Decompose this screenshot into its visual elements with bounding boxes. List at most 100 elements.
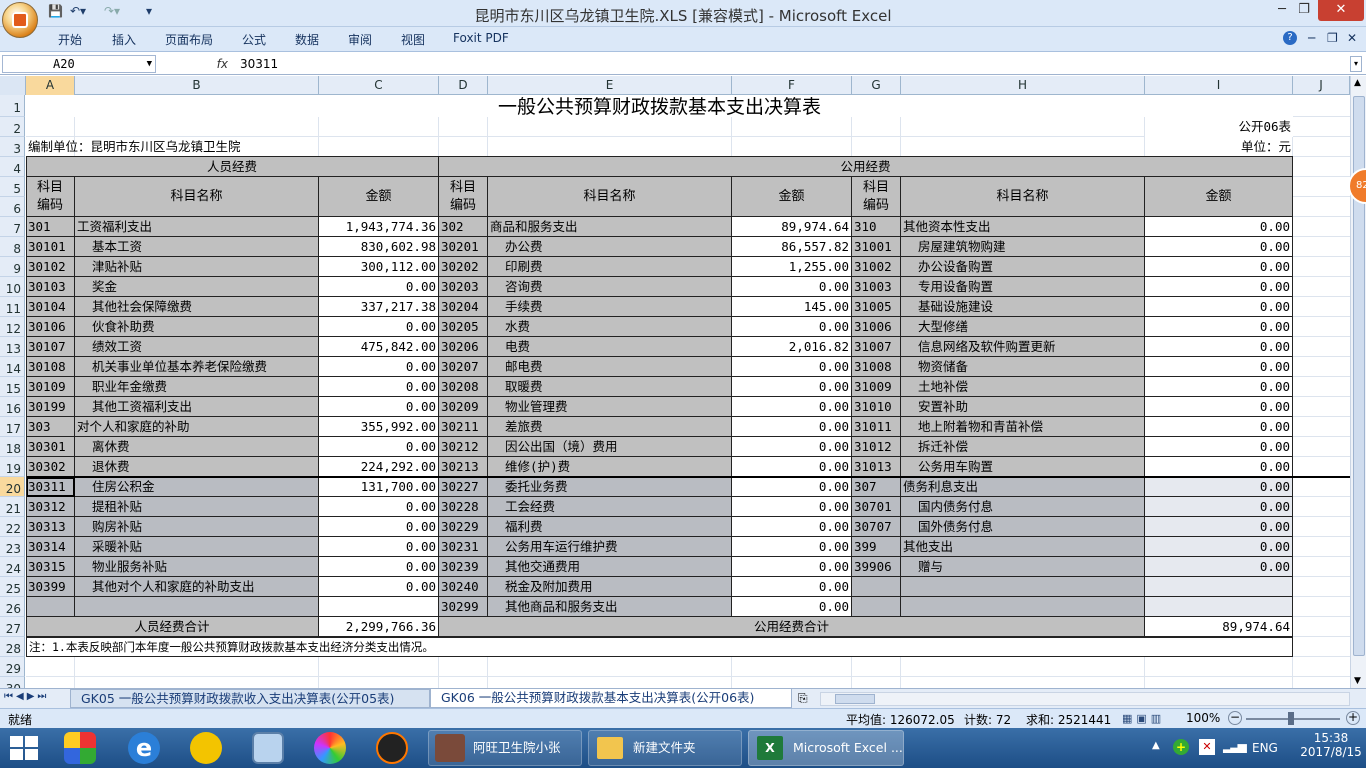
- scroll-up-icon[interactable]: ▲: [1354, 78, 1361, 88]
- cell-e20[interactable]: 委托业务费: [488, 477, 732, 497]
- column-title[interactable]: 科目 编码: [852, 177, 901, 217]
- cell-i22[interactable]: 0.00: [1145, 517, 1293, 537]
- cell-c25[interactable]: 0.00: [319, 577, 439, 597]
- cell-b14[interactable]: 机关事业单位基本养老保险缴费: [75, 357, 319, 377]
- cell-c19[interactable]: 224,292.00: [319, 457, 439, 477]
- cell-f9[interactable]: 1,255.00: [732, 257, 852, 277]
- cell-a9[interactable]: 30102: [26, 257, 75, 277]
- cell-c14[interactable]: 0.00: [319, 357, 439, 377]
- close-icon[interactable]: ✕: [1318, 0, 1364, 21]
- cell-i26[interactable]: [1145, 597, 1293, 617]
- tab-data[interactable]: 数据: [295, 31, 319, 48]
- cell-b8[interactable]: 基本工资: [75, 237, 319, 257]
- row-header[interactable]: 5: [0, 177, 25, 197]
- cell-h8[interactable]: 房屋建筑物购建: [901, 237, 1145, 257]
- total-public-value[interactable]: 89,974.64: [1145, 617, 1293, 637]
- cell-b25[interactable]: 其他对个人和家庭的补助支出: [75, 577, 319, 597]
- cell-g18[interactable]: 31012: [852, 437, 901, 457]
- cell-f13[interactable]: 2,016.82: [732, 337, 852, 357]
- row-header[interactable]: 23: [0, 537, 25, 557]
- name-box[interactable]: A20 ▼: [2, 55, 156, 73]
- cell-f26[interactable]: 0.00: [732, 597, 852, 617]
- row-header[interactable]: 11: [0, 297, 25, 317]
- zoom-in-icon[interactable]: +: [1346, 711, 1360, 725]
- row-header[interactable]: 26: [0, 597, 25, 617]
- tab-review[interactable]: 审阅: [348, 31, 372, 48]
- insert-sheet-icon[interactable]: ⎘: [798, 691, 808, 706]
- cell-d15[interactable]: 30208: [439, 377, 488, 397]
- cell-g20[interactable]: 307: [852, 477, 901, 497]
- cell-f11[interactable]: 145.00: [732, 297, 852, 317]
- ribbon-minimize-icon[interactable]: ─: [1308, 31, 1315, 45]
- cell-f14[interactable]: 0.00: [732, 357, 852, 377]
- cell-i7[interactable]: 0.00: [1145, 217, 1293, 237]
- cell-g24[interactable]: 39906: [852, 557, 901, 577]
- row-header[interactable]: 24: [0, 557, 25, 577]
- select-all-corner[interactable]: [0, 76, 26, 95]
- form-number[interactable]: 公开06表: [1145, 117, 1293, 137]
- network-signal-icon[interactable]: ▂▃▅: [1223, 739, 1247, 753]
- cell-h12[interactable]: 大型修缮: [901, 317, 1145, 337]
- row-header[interactable]: 12: [0, 317, 25, 337]
- view-buttons-icon[interactable]: ▦▣▥: [1122, 712, 1178, 725]
- cell-c21[interactable]: 0.00: [319, 497, 439, 517]
- cell-h16[interactable]: 安置补助: [901, 397, 1145, 417]
- column-title[interactable]: 科目名称: [488, 177, 732, 217]
- cell-e8[interactable]: 办公费: [488, 237, 732, 257]
- cell-e22[interactable]: 福利费: [488, 517, 732, 537]
- cell-c20[interactable]: 131,700.00: [319, 477, 439, 497]
- cell-a13[interactable]: 30107: [26, 337, 75, 357]
- cell-a12[interactable]: 30106: [26, 317, 75, 337]
- worksheet-grid[interactable]: 1 2 3 4 5 6 7 8 9 10 11 12 13 14 15 16 17 18 19 20 21 22 23 24 2…: [0, 95, 1350, 688]
- start-button-icon[interactable]: [10, 736, 38, 760]
- cell-g13[interactable]: 31007: [852, 337, 901, 357]
- cell-e19[interactable]: 维修(护)费: [488, 457, 732, 477]
- color-ball-icon[interactable]: [314, 732, 346, 764]
- remote-desktop-icon[interactable]: [252, 732, 284, 764]
- cell-h18[interactable]: 拆迁补偿: [901, 437, 1145, 457]
- cell-g22[interactable]: 30707: [852, 517, 901, 537]
- column-title[interactable]: 金额: [732, 177, 852, 217]
- row-header[interactable]: 13: [0, 337, 25, 357]
- currency-label[interactable]: 单位：元: [1145, 137, 1293, 157]
- cell-g7[interactable]: 310: [852, 217, 901, 237]
- cell-h11[interactable]: 基础设施建设: [901, 297, 1145, 317]
- taskbar-task-folder[interactable]: 新建文件夹: [588, 730, 742, 766]
- row-header[interactable]: 30: [0, 677, 25, 688]
- cell-d22[interactable]: 30229: [439, 517, 488, 537]
- cell-a8[interactable]: 30101: [26, 237, 75, 257]
- cell-h25[interactable]: [901, 577, 1145, 597]
- media-app-icon[interactable]: [376, 732, 408, 764]
- row-header[interactable]: 3: [0, 137, 25, 157]
- cell-i19[interactable]: 0.00: [1145, 457, 1293, 477]
- cell-i14[interactable]: 0.00: [1145, 357, 1293, 377]
- cell-b9[interactable]: 津贴补贴: [75, 257, 319, 277]
- row-header[interactable]: 28: [0, 637, 25, 657]
- cell-i25[interactable]: [1145, 577, 1293, 597]
- cell-i20[interactable]: 0.00: [1145, 477, 1293, 497]
- ie-browser-icon[interactable]: e: [128, 732, 160, 764]
- cell-g8[interactable]: 31001: [852, 237, 901, 257]
- cell-a15[interactable]: 30109: [26, 377, 75, 397]
- cell-d8[interactable]: 30201: [439, 237, 488, 257]
- insert-function-icon[interactable]: fx: [160, 56, 234, 72]
- row-header[interactable]: 9: [0, 257, 25, 277]
- cell-g17[interactable]: 31011: [852, 417, 901, 437]
- tray-expand-icon[interactable]: ▲: [1152, 740, 1160, 751]
- cell-e10[interactable]: 咨询费: [488, 277, 732, 297]
- cell-a23[interactable]: 30314: [26, 537, 75, 557]
- sheet-nav-icon[interactable]: ⏮◀▶⏭: [4, 691, 49, 702]
- scroll-down-icon[interactable]: ▼: [1354, 676, 1361, 686]
- cell-b24[interactable]: 物业服务补贴: [75, 557, 319, 577]
- cell-d21[interactable]: 30228: [439, 497, 488, 517]
- row-header[interactable]: 14: [0, 357, 25, 377]
- row-header[interactable]: 8: [0, 237, 25, 257]
- footnote[interactable]: 注：1.本表反映部门本年度一般公共预算财政拨款基本支出经济分类支出情况。: [26, 637, 1293, 657]
- cell-b19[interactable]: 退休费: [75, 457, 319, 477]
- cell-c23[interactable]: 0.00: [319, 537, 439, 557]
- zoom-out-icon[interactable]: −: [1228, 711, 1242, 725]
- hscroll-thumb[interactable]: [835, 694, 875, 704]
- cell-b11[interactable]: 其他社会保障缴费: [75, 297, 319, 317]
- cell-g12[interactable]: 31006: [852, 317, 901, 337]
- row-header[interactable]: 21: [0, 497, 25, 517]
